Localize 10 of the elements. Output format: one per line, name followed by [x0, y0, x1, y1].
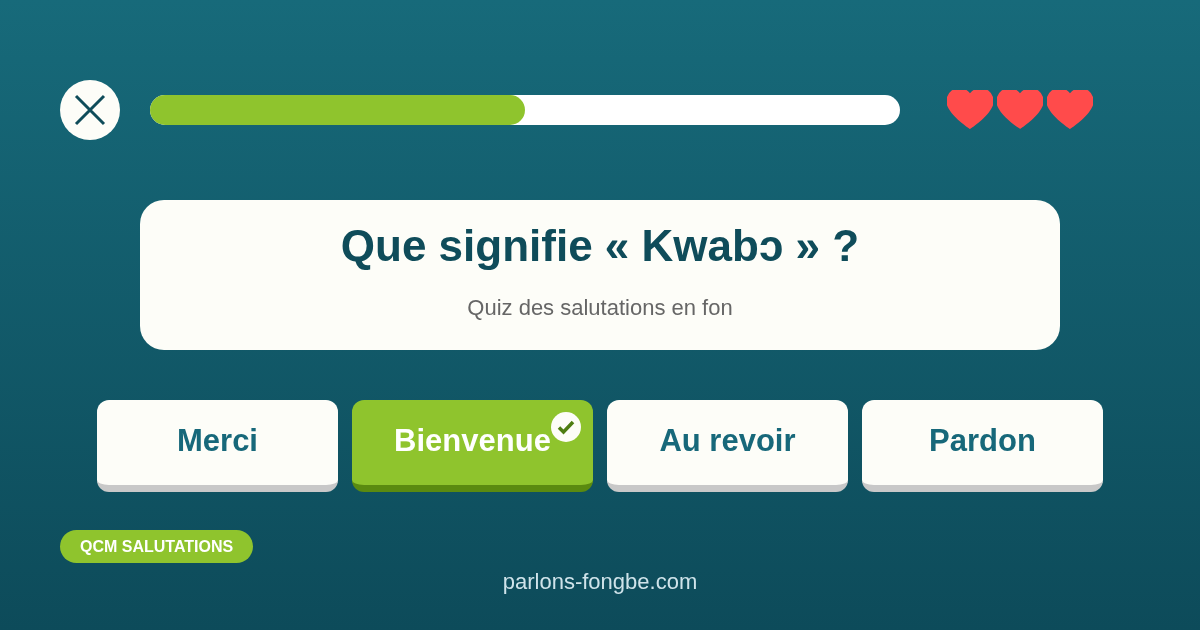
answer-option[interactable]: Merci — [97, 400, 338, 492]
category-tag: QCM SALUTATIONS — [60, 530, 254, 563]
site-url: parlons-fongbe.com — [502, 568, 698, 596]
answer-option[interactable]: Au revoir — [607, 400, 848, 492]
close-button[interactable] — [60, 80, 120, 140]
question-title: Que signifie « Kwabɔ » ? — [340, 220, 860, 272]
close-icon — [74, 94, 106, 126]
answer-option[interactable]: Pardon — [862, 400, 1103, 492]
question-subtitle: Quiz des salutations en fon — [467, 294, 733, 322]
check-icon — [551, 412, 581, 442]
